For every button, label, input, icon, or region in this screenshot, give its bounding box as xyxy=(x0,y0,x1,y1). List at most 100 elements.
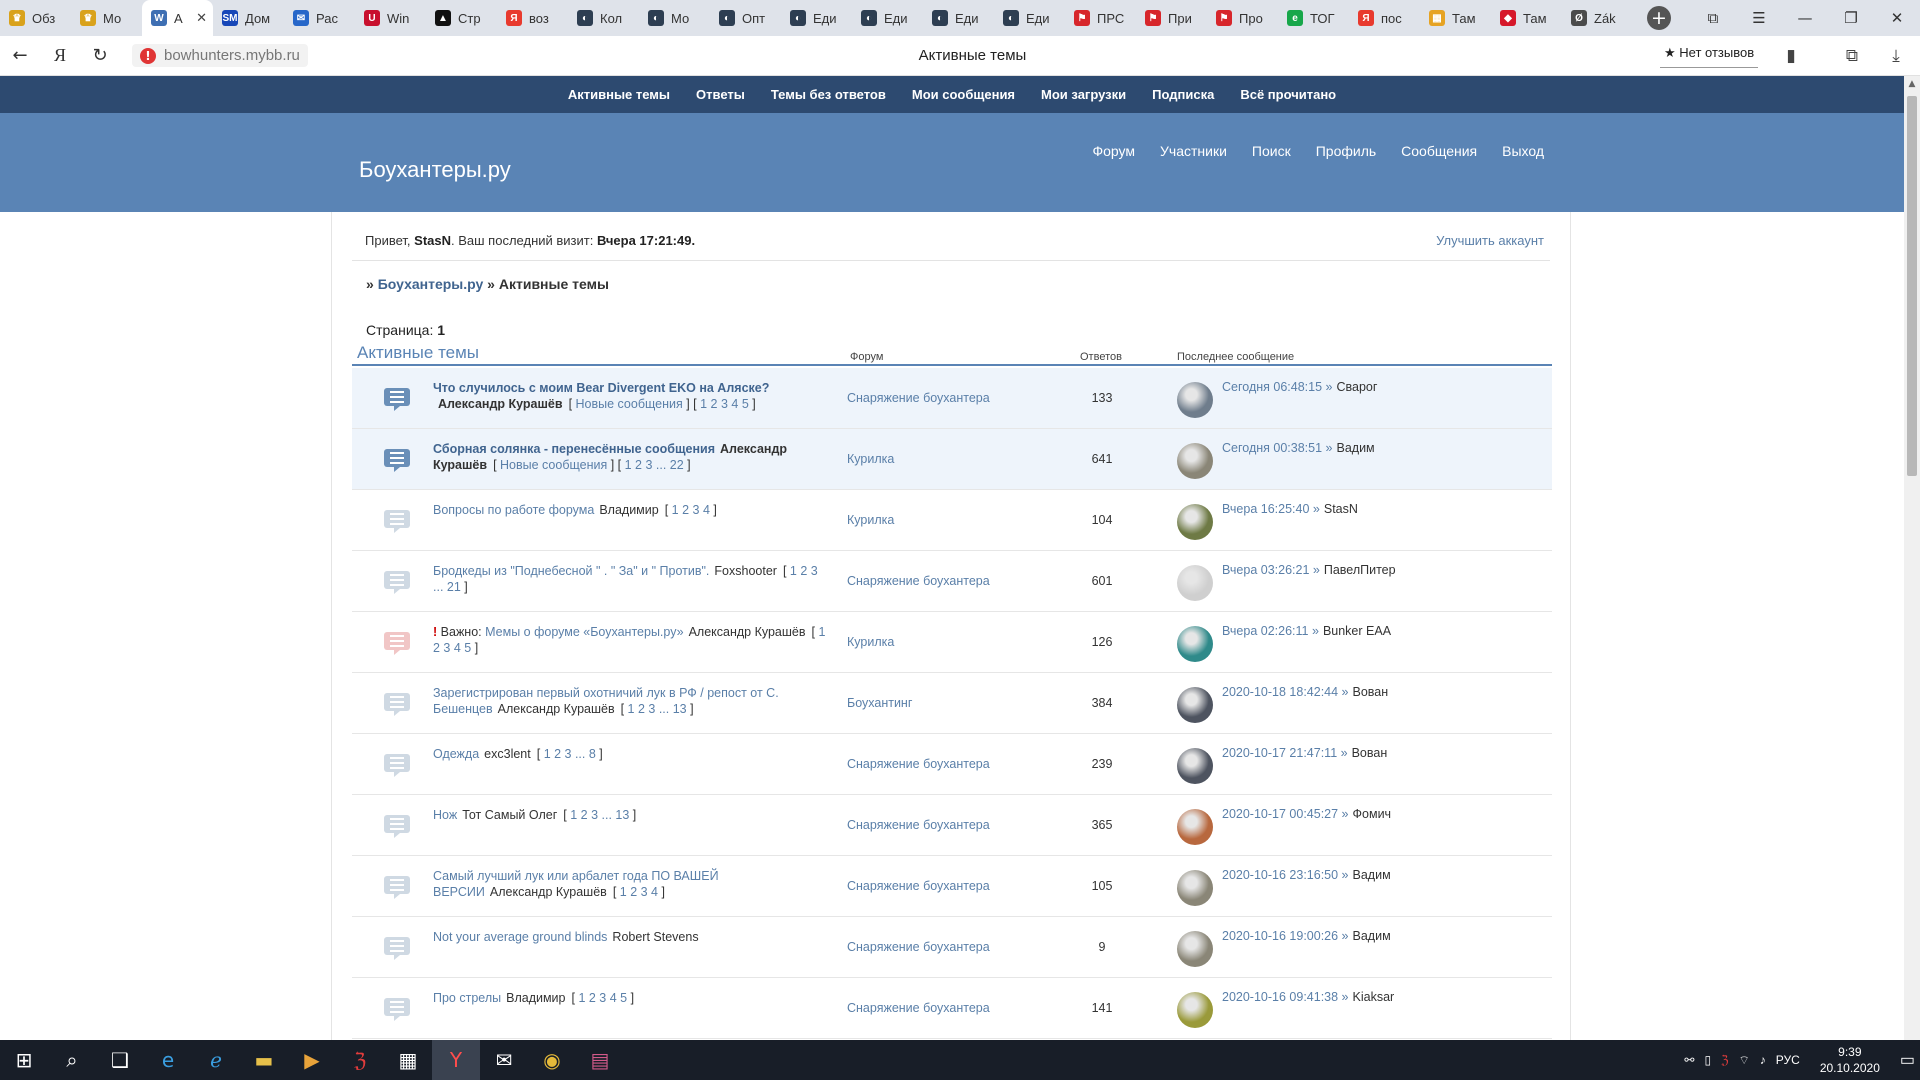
avatar[interactable] xyxy=(1177,870,1213,906)
browser-tab[interactable]: ✉ Рас xyxy=(284,0,355,36)
notifications-icon[interactable]: ▭ xyxy=(1895,1050,1920,1070)
nav-subscriptions[interactable]: Подписка xyxy=(1139,87,1227,102)
go-to-last-icon[interactable]: » xyxy=(1322,380,1333,394)
nav-profile[interactable]: Профиль xyxy=(1303,143,1388,159)
chrome-icon[interactable]: ◉ xyxy=(528,1040,576,1080)
task-view-icon[interactable]: ❑ xyxy=(96,1040,144,1080)
topic-forum-link[interactable]: Снаряжение боухантера xyxy=(847,757,990,771)
go-to-last-icon[interactable]: » xyxy=(1322,441,1333,455)
topic-title-link[interactable]: Что случилось с моим Bear Divergent EKO … xyxy=(433,381,769,395)
back-arrow-icon[interactable]: ← xyxy=(0,36,40,76)
browser-tab[interactable]: Явоз xyxy=(497,0,568,36)
nav-unanswered[interactable]: Темы без ответов xyxy=(758,87,899,102)
browser-tab[interactable]: ◐ Кол xyxy=(568,0,639,36)
topic-title-link[interactable]: Вопросы по работе форума xyxy=(433,503,594,517)
browser-tab[interactable]: SM Дом xyxy=(213,0,284,36)
new-posts-link[interactable]: Новые сообщения xyxy=(500,458,607,472)
site-title[interactable]: Боухантеры.ру xyxy=(359,157,511,183)
topic-forum-link[interactable]: Курилка xyxy=(847,513,894,527)
page-links[interactable]: 1 2 3 4 5 xyxy=(700,397,749,411)
topic-title-link[interactable]: Про стрелы xyxy=(433,991,501,1005)
scroll-up-arrow-icon[interactable]: ▲ xyxy=(1904,76,1920,92)
topic-title-link[interactable]: Сборная солянка - перенесённые сообщения xyxy=(433,442,715,456)
browser-tab[interactable]: W А ✕ xyxy=(142,0,213,36)
browser-tab[interactable]: ♛ Обз xyxy=(0,0,71,36)
upgrade-account-link[interactable]: Улучшить аккаунт xyxy=(1436,233,1544,248)
last-post-time-link[interactable]: 2020-10-17 21:47:11 xyxy=(1222,746,1337,760)
tabs-menu-icon[interactable]: ⧉ xyxy=(1690,0,1736,36)
new-tab-icon[interactable]: + xyxy=(1647,6,1671,30)
avatar[interactable] xyxy=(1177,382,1213,418)
usb-icon[interactable]: ▯ xyxy=(1699,1053,1716,1067)
close-window-icon[interactable]: ✕ xyxy=(1874,0,1920,36)
topic-title-link[interactable]: Бродкеды из "Поднебесной " . " За" и " П… xyxy=(433,564,709,578)
nav-my-posts[interactable]: Мои сообщения xyxy=(899,87,1028,102)
last-post-time-link[interactable]: Сегодня 06:48:15 xyxy=(1222,380,1322,394)
avatar[interactable] xyxy=(1177,809,1213,845)
topic-forum-link[interactable]: Снаряжение боухантера xyxy=(847,940,990,954)
windows-start-icon[interactable]: ⊞ xyxy=(0,1040,48,1080)
browser-tab[interactable]: U Win xyxy=(355,0,426,36)
page-scrollbar[interactable]: ▲ xyxy=(1904,76,1920,1040)
restore-icon[interactable]: ❐ xyxy=(1828,0,1874,36)
avatar[interactable] xyxy=(1177,992,1213,1028)
page-links[interactable]: 1 2 3 4 5 xyxy=(578,991,627,1005)
page-links[interactable]: 1 2 3 ... 13 xyxy=(628,702,687,716)
avatar[interactable] xyxy=(1177,931,1213,967)
search-icon[interactable]: ⌕ xyxy=(48,1040,96,1080)
page-links[interactable]: 1 2 3 ... 13 xyxy=(570,808,629,822)
last-post-time-link[interactable]: 2020-10-16 19:00:26 xyxy=(1222,929,1338,943)
browser-tab[interactable]: ⚑ ПРС xyxy=(1065,0,1136,36)
breadcrumb-root[interactable]: Боухантеры.ру xyxy=(378,276,484,292)
go-to-last-icon[interactable]: » xyxy=(1338,990,1349,1004)
browser-tab[interactable]: ♛ Мо xyxy=(71,0,142,36)
go-to-last-icon[interactable]: » xyxy=(1309,563,1320,577)
browser-tab[interactable]: ◐ Еди xyxy=(994,0,1065,36)
wifi-icon[interactable]: ⌔ xyxy=(1734,1053,1755,1068)
go-to-last-icon[interactable]: » xyxy=(1338,807,1349,821)
topic-forum-link[interactable]: Снаряжение боухантера xyxy=(847,879,990,893)
page-links[interactable]: 1 2 3 4 xyxy=(620,885,658,899)
topic-forum-link[interactable]: Снаряжение боухантера xyxy=(847,391,990,405)
mail-app-icon[interactable]: ✉ xyxy=(480,1040,528,1080)
language-indicator[interactable]: РУС xyxy=(1771,1053,1805,1067)
page-links[interactable]: 1 2 3 ... 22 xyxy=(625,458,684,472)
collections-icon[interactable]: ⧉ xyxy=(1832,36,1872,76)
clock[interactable]: 9:39 20.10.2020 xyxy=(1805,1044,1895,1076)
reload-icon[interactable]: ↻ xyxy=(80,36,120,76)
avatar[interactable] xyxy=(1177,687,1213,723)
nav-active-topics[interactable]: Активные темы xyxy=(555,87,683,102)
go-to-last-icon[interactable]: » xyxy=(1337,746,1348,760)
browser-tab[interactable]: ▦ Там xyxy=(1420,0,1491,36)
reviews-button[interactable]: ★ Нет отзывов xyxy=(1660,42,1759,68)
go-to-last-icon[interactable]: » xyxy=(1309,502,1320,516)
nav-replies[interactable]: Ответы xyxy=(683,87,758,102)
go-to-last-icon[interactable]: » xyxy=(1338,868,1349,882)
nav-forum[interactable]: Форум xyxy=(1080,143,1148,159)
nav-messages[interactable]: Сообщения xyxy=(1389,143,1490,159)
antivirus-tray-icon[interactable]: ℨ xyxy=(1716,1053,1733,1067)
browser-tab[interactable]: ◐ Еди xyxy=(852,0,923,36)
browser-tab[interactable]: e ТОГ xyxy=(1278,0,1349,36)
topic-forum-link[interactable]: Снаряжение боухантера xyxy=(847,1001,990,1015)
avatar[interactable] xyxy=(1177,504,1213,540)
antivirus-icon[interactable]: ℨ xyxy=(336,1040,384,1080)
last-post-time-link[interactable]: 2020-10-18 18:42:44 xyxy=(1222,685,1338,699)
browser-tab[interactable]: ◐ Опт xyxy=(710,0,781,36)
menu-icon[interactable]: ☰ xyxy=(1736,0,1782,36)
last-post-time-link[interactable]: 2020-10-17 00:45:27 xyxy=(1222,807,1338,821)
scroll-thumb[interactable] xyxy=(1907,96,1917,476)
yandex-logo-icon[interactable]: Я xyxy=(40,36,80,76)
page-links[interactable]: 1 2 3 4 xyxy=(672,503,710,517)
go-to-last-icon[interactable]: » xyxy=(1338,685,1349,699)
last-post-time-link[interactable]: Сегодня 00:38:51 xyxy=(1222,441,1322,455)
topic-title-link[interactable]: Нож xyxy=(433,808,457,822)
browser-tab[interactable]: ◐ Мо xyxy=(639,0,710,36)
topic-forum-link[interactable]: Снаряжение боухантера xyxy=(847,574,990,588)
bookmark-icon[interactable]: ▮ xyxy=(1771,36,1811,76)
page-links[interactable]: 1 2 3 ... 8 xyxy=(544,747,596,761)
url-field[interactable]: ! bowhunters.mybb.ru xyxy=(132,44,308,67)
app-icon[interactable]: ▤ xyxy=(576,1040,624,1080)
topic-forum-link[interactable]: Боухантинг xyxy=(847,696,912,710)
media-player-icon[interactable]: ▶ xyxy=(288,1040,336,1080)
